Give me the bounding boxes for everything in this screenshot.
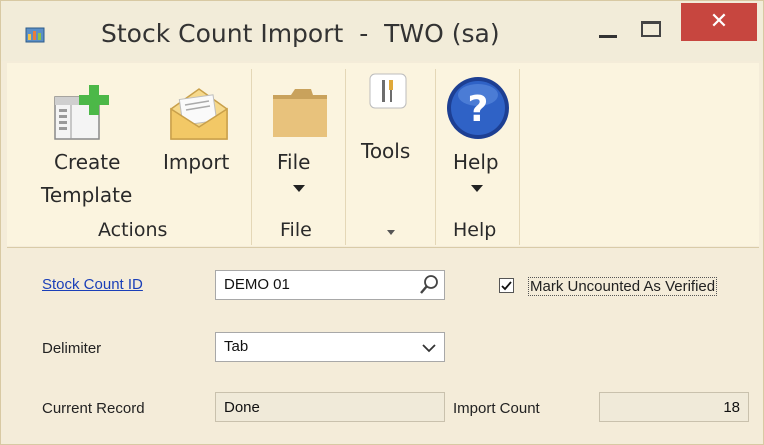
ribbon-separator — [345, 69, 346, 245]
stock-count-id-link[interactable]: Stock Count ID — [42, 276, 143, 293]
folder-icon — [273, 89, 327, 137]
lookup-magnifier-icon[interactable] — [418, 274, 440, 296]
app-icon — [25, 27, 45, 43]
minimize-button[interactable] — [585, 11, 629, 47]
help-group-label: Help — [453, 219, 497, 241]
delimiter-value: Tab — [224, 338, 249, 355]
help-label: Help — [453, 150, 499, 174]
import-button[interactable]: Import — [159, 79, 239, 185]
file-label: File — [277, 150, 311, 174]
file-dropdown-caret-icon — [293, 185, 305, 192]
current-record-value: Done — [224, 399, 260, 416]
create-template-button[interactable]: Create Template — [31, 79, 149, 215]
delimiter-label: Delimiter — [42, 340, 102, 357]
actions-group-label: Actions — [98, 219, 168, 241]
window-title: Stock Count Import - TWO (sa) — [101, 19, 500, 48]
tools-icon — [369, 73, 407, 109]
current-record-field: Done — [215, 392, 445, 422]
ribbon-separator — [251, 69, 252, 245]
stock-count-id-value: DEMO 01 — [224, 276, 290, 293]
envelope-icon — [170, 88, 228, 140]
maximize-button[interactable] — [631, 11, 675, 47]
create-template-icon — [54, 85, 109, 140]
help-button[interactable]: ? Help — [441, 75, 521, 215]
mark-uncounted-checkbox[interactable] — [499, 278, 514, 293]
current-record-label: Current Record — [42, 400, 145, 417]
import-count-field: 18 — [599, 392, 749, 422]
stock-count-id-input[interactable]: DEMO 01 — [215, 270, 445, 300]
close-button[interactable]: ✕ — [681, 3, 757, 41]
mark-uncounted-label[interactable]: Mark Uncounted As Verified — [528, 277, 718, 296]
tools-label: Tools — [361, 139, 411, 163]
delimiter-select[interactable]: Tab — [215, 332, 445, 362]
chevron-down-icon — [422, 344, 436, 353]
title-bar[interactable]: Stock Count Import - TWO (sa) ✕ — [1, 1, 763, 61]
svg-text:?: ? — [468, 89, 489, 130]
tools-button[interactable]: Tools — [353, 71, 433, 171]
file-button[interactable]: File — [259, 79, 339, 215]
tools-group-expand-icon[interactable] — [387, 230, 395, 235]
checkmark-icon — [501, 281, 512, 291]
ribbon-separator — [519, 69, 520, 245]
file-group-label: File — [280, 219, 312, 241]
close-icon: ✕ — [709, 9, 729, 34]
help-dropdown-caret-icon — [471, 185, 483, 192]
create-template-label-2: Template — [41, 183, 133, 207]
stock-count-import-window: Stock Count Import - TWO (sa) ✕ Create T… — [0, 0, 764, 445]
ribbon-divider — [7, 247, 759, 248]
ribbon-separator — [435, 69, 436, 245]
import-count-label: Import Count — [453, 400, 540, 417]
help-icon: ? — [447, 77, 509, 139]
import-count-value: 18 — [723, 399, 740, 416]
create-template-label-1: Create — [54, 150, 121, 174]
import-label: Import — [163, 150, 230, 174]
